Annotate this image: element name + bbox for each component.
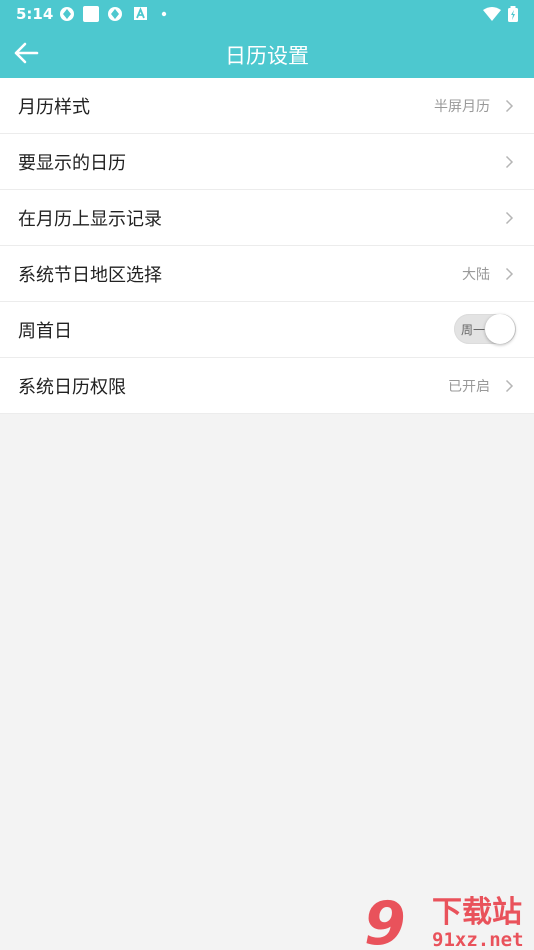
setting-value: 已开启 (448, 379, 490, 395)
setting-label: 要显示的日历 (18, 153, 126, 174)
status-bar: 5:14 (0, 0, 534, 28)
watermark-logo: 9 下载站 91xz.net (364, 889, 524, 950)
chevron-right-icon (505, 379, 514, 393)
chevron-right-icon (505, 267, 514, 281)
aperture-icon (108, 7, 122, 21)
setting-label: 在月历上显示记录 (18, 209, 162, 230)
square-icon (83, 6, 99, 22)
setting-label: 系统日历权限 (18, 377, 126, 398)
setting-month-style[interactable]: 月历样式 半屏月历 (0, 78, 534, 134)
settings-list: 月历样式 半屏月历 要显示的日历 在月历上显示记录 系统节日地区选择 大陆 周首… (0, 78, 534, 414)
setting-label: 月历样式 (18, 97, 90, 118)
setting-holiday-region[interactable]: 系统节日地区选择 大陆 (0, 246, 534, 302)
setting-visible-calendars[interactable]: 要显示的日历 (0, 134, 534, 190)
week-start-toggle[interactable]: 周一 (454, 314, 516, 344)
wifi-icon (483, 7, 501, 21)
toggle-text: 周一 (461, 323, 486, 337)
chevron-right-icon (505, 211, 514, 225)
setting-value: 半屏月历 (434, 99, 490, 115)
setting-value: 大陆 (462, 267, 490, 283)
page-title: 日历设置 (225, 44, 309, 68)
dot-icon (161, 11, 167, 17)
battery-icon (508, 6, 518, 22)
status-time: 5:14 (16, 5, 54, 23)
aperture-icon (60, 7, 74, 21)
watermark-mark: 9 (364, 889, 406, 950)
setting-label: 周首日 (18, 321, 72, 342)
chevron-right-icon (505, 99, 514, 113)
setting-calendar-permission[interactable]: 系统日历权限 已开启 (0, 358, 534, 414)
toggle-knob (485, 314, 515, 344)
setting-label: 系统节日地区选择 (18, 265, 162, 286)
setting-week-start: 周首日 周一 (0, 302, 534, 358)
a-box-icon (134, 7, 147, 20)
chevron-right-icon (505, 155, 514, 169)
watermark-title: 下载站 (432, 895, 522, 930)
app-bar: 日历设置 (0, 28, 534, 78)
setting-show-records[interactable]: 在月历上显示记录 (0, 190, 534, 246)
watermark-domain: 91xz.net (432, 929, 524, 950)
